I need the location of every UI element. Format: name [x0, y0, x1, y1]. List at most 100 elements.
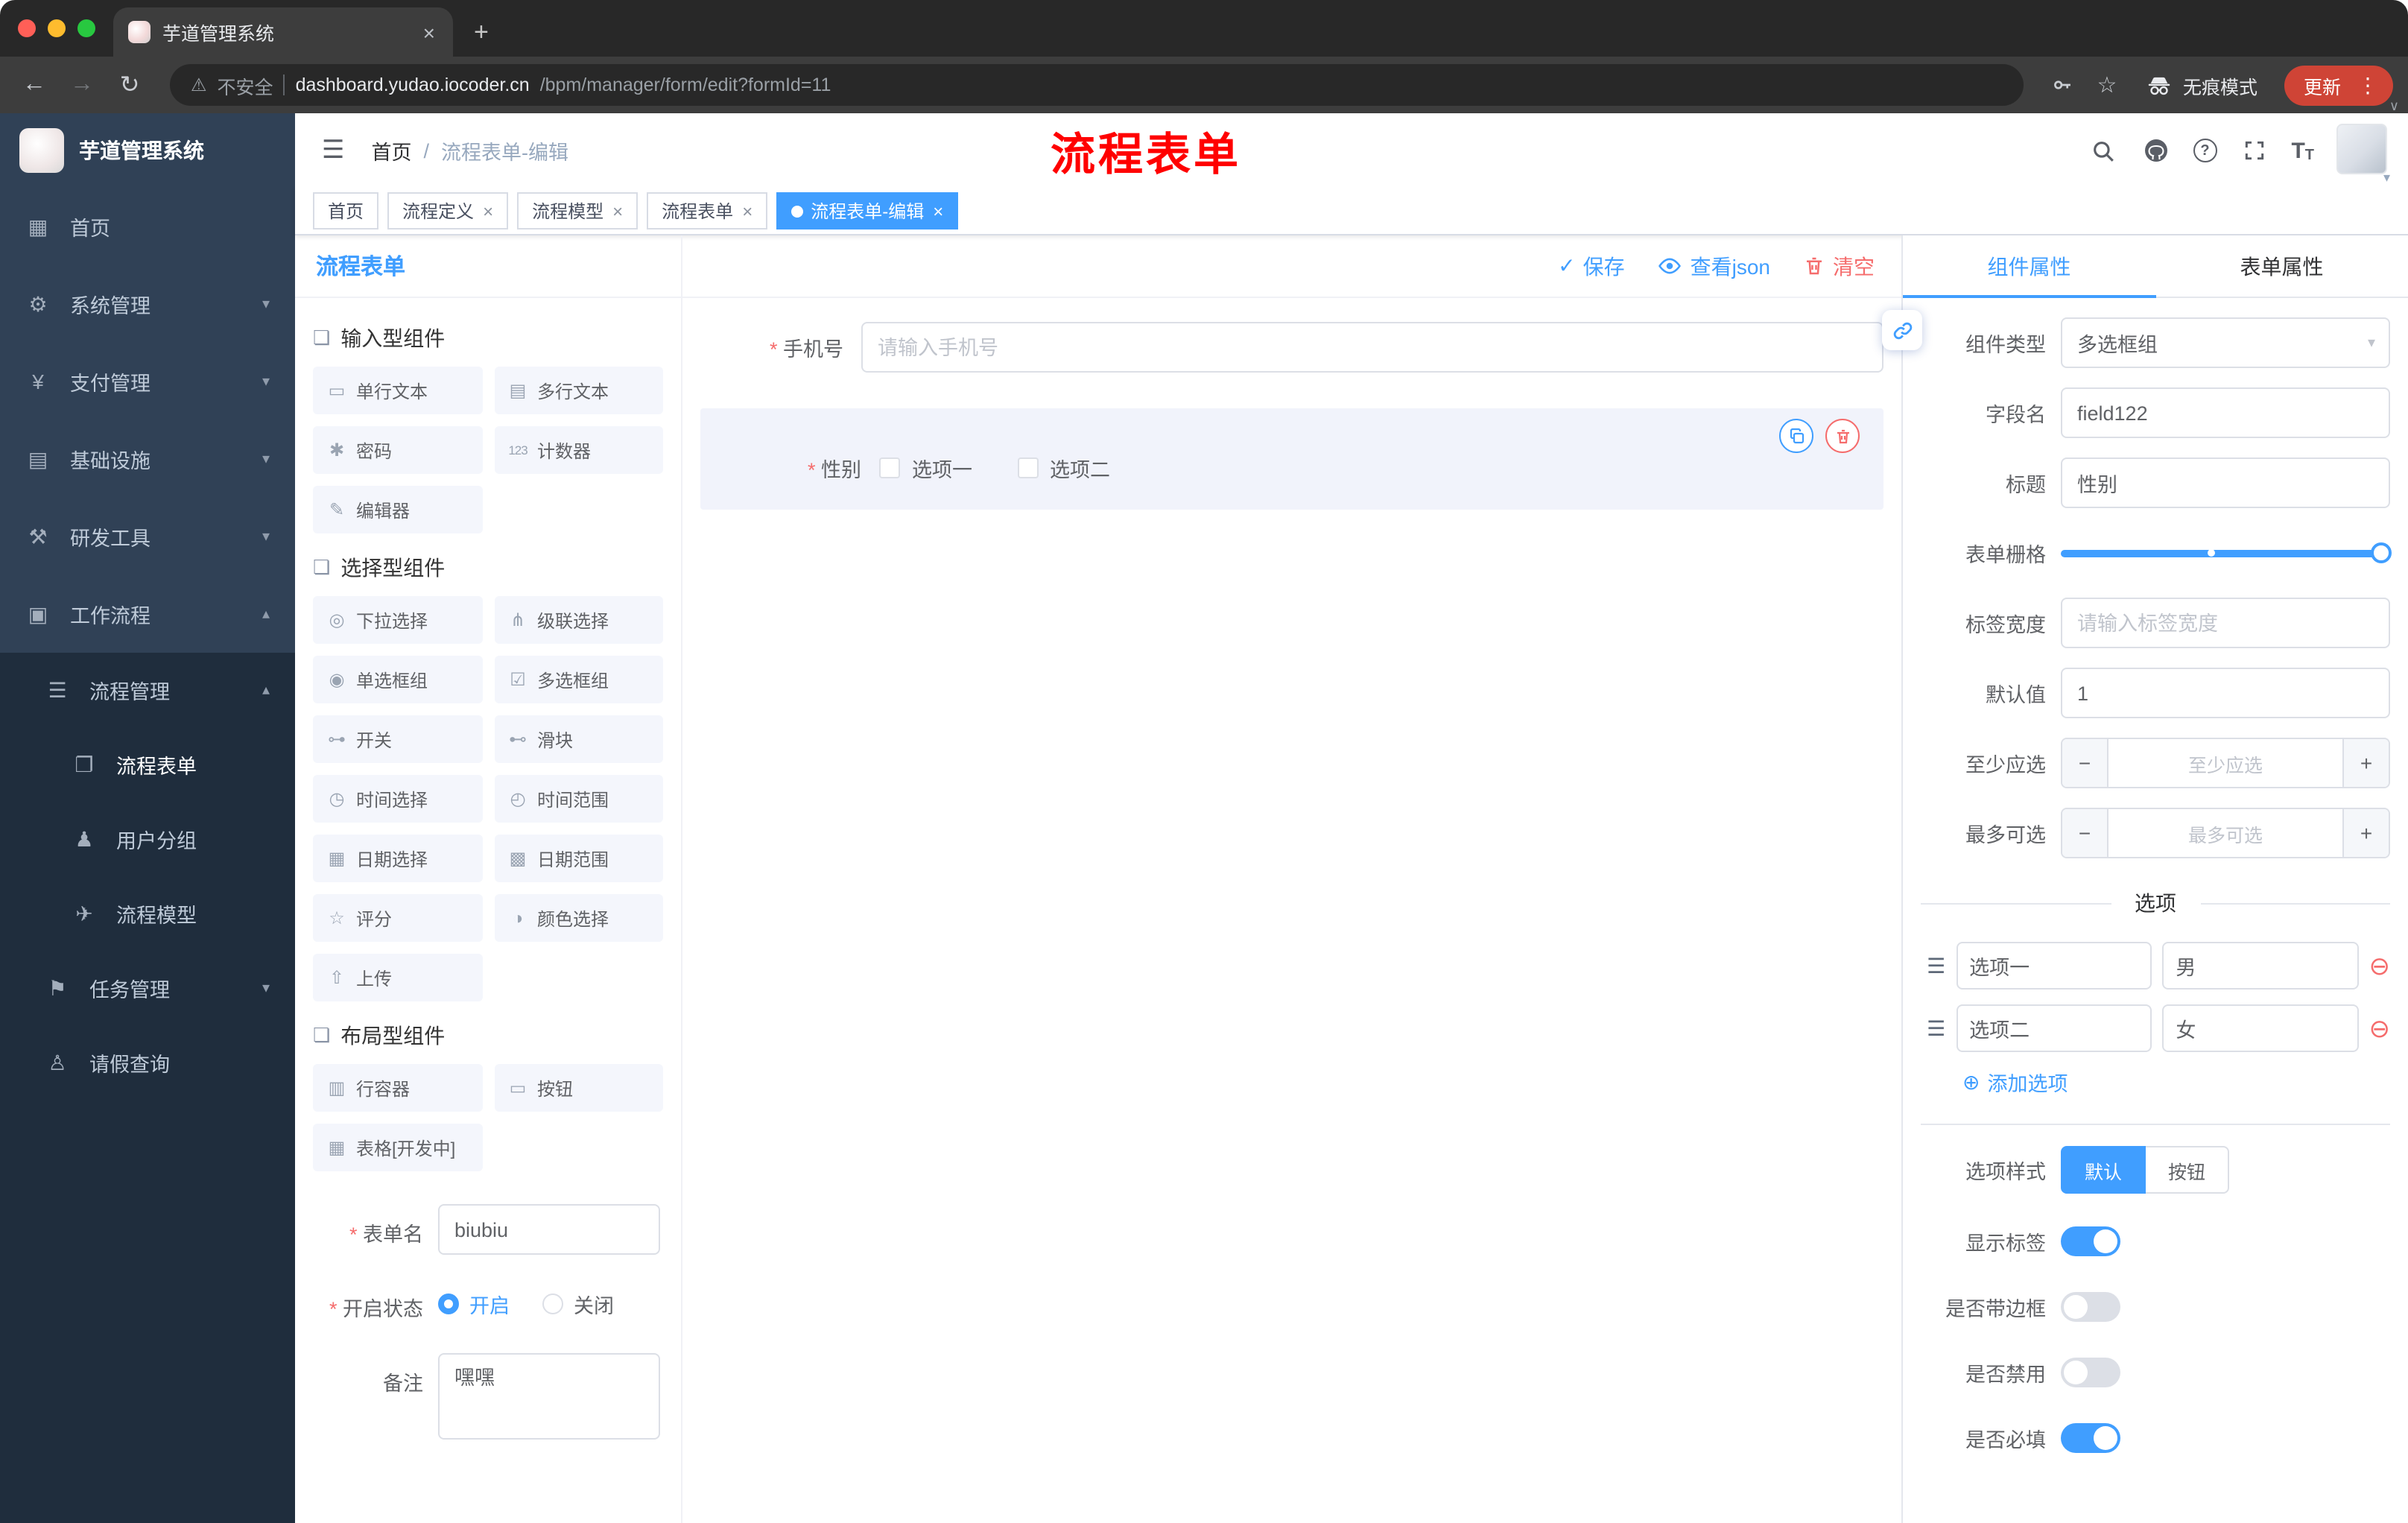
close-icon[interactable]: × — [483, 200, 493, 221]
delete-field-button[interactable] — [1825, 419, 1860, 453]
palette-item-button[interactable]: ▭ 按钮 — [494, 1064, 663, 1112]
back-button[interactable]: ← — [15, 66, 54, 104]
style-default-button[interactable]: 默认 — [2061, 1146, 2146, 1194]
palette-item-single-line-text[interactable]: ▭ 单行文本 — [313, 367, 482, 414]
palette-item-date-range[interactable]: ▩ 日期范围 — [494, 835, 663, 882]
form-canvas[interactable]: 手机号 性别 选项一 — [682, 298, 1901, 1523]
doc-link-button[interactable] — [1882, 310, 1922, 350]
increase-button[interactable]: + — [2342, 739, 2389, 787]
increase-button[interactable]: + — [2342, 809, 2389, 857]
checkbox-box[interactable] — [1017, 457, 1038, 478]
sidebar-item-home[interactable]: ▦ 首页 — [0, 188, 295, 265]
tag-home[interactable]: 首页 — [313, 192, 379, 229]
drag-handle-icon[interactable]: ☰ — [1927, 1016, 1945, 1041]
border-switch[interactable] — [2061, 1292, 2120, 1322]
palette-item-switch[interactable]: ⊶ 开关 — [313, 715, 482, 763]
fullscreen-icon[interactable] — [2239, 136, 2269, 165]
canvas-field-phone[interactable]: 手机号 — [700, 322, 1883, 373]
form-grid-slider[interactable] — [2061, 528, 2392, 578]
sidebar-item-process-form[interactable]: ❐ 流程表单 — [0, 727, 295, 802]
palette-item-checkbox-group[interactable]: ☑ 多选框组 — [494, 656, 663, 703]
option-value-input[interactable] — [2162, 1004, 2359, 1052]
option-label-input[interactable] — [1956, 1004, 2152, 1052]
radio-status-on[interactable]: 开启 — [438, 1289, 510, 1319]
tag-process-model[interactable]: 流程模型 × — [517, 192, 639, 229]
slider-track[interactable] — [2061, 542, 2392, 563]
browser-tab[interactable]: 芋道管理系统 × — [113, 7, 453, 57]
decrease-button[interactable]: − — [2062, 739, 2108, 787]
sidebar-item-task-management[interactable]: ⚑ 任务管理 ▾ — [0, 951, 295, 1025]
update-button[interactable]: 更新 ⋮ — [2284, 65, 2393, 105]
remark-textarea[interactable]: 嘿嘿 — [438, 1353, 660, 1440]
option-value-input[interactable] — [2162, 942, 2359, 990]
close-icon[interactable]: × — [612, 200, 623, 221]
remove-option-icon[interactable]: ⊖ — [2369, 953, 2391, 978]
password-key-icon[interactable] — [2044, 73, 2080, 97]
close-icon[interactable]: × — [742, 200, 752, 221]
address-bar[interactable]: ⚠ 不安全 dashboard.yudao.iocoder.cn /bpm/ma… — [170, 64, 2024, 106]
radio-status-off[interactable]: 关闭 — [542, 1289, 614, 1319]
sidebar-item-system-management[interactable]: ⚙ 系统管理 ▾ — [0, 265, 295, 343]
default-value-input[interactable] — [2061, 668, 2390, 718]
palette-item-editor[interactable]: ✎ 编辑器 — [313, 486, 482, 533]
sidebar-item-devtools[interactable]: ⚒ 研发工具 ▾ — [0, 498, 295, 575]
close-icon[interactable]: × — [933, 200, 943, 221]
browser-menu-icon[interactable]: ⋮ — [2351, 72, 2384, 98]
required-switch[interactable] — [2061, 1423, 2120, 1453]
component-type-select[interactable]: 多选框组 ▾ — [2061, 317, 2390, 368]
palette-item-multi-line-text[interactable]: ▤ 多行文本 — [494, 367, 663, 414]
hamburger-icon[interactable]: ☰ — [316, 136, 351, 165]
minimize-window-button[interactable] — [48, 19, 66, 37]
bookmark-star-icon[interactable]: ☆ — [2089, 72, 2125, 98]
save-button[interactable]: ✓ 保存 — [1558, 251, 1624, 281]
sidebar-item-process-management[interactable]: ☰ 流程管理 ▴ — [0, 653, 295, 727]
breadcrumb-home[interactable]: 首页 — [372, 136, 412, 165]
palette-item-cascade-select[interactable]: ⋔ 级联选择 — [494, 596, 663, 644]
reload-button[interactable]: ↻ — [110, 66, 149, 104]
sidebar-item-user-group[interactable]: ♟ 用户分组 — [0, 802, 295, 876]
sidebar-item-infrastructure[interactable]: ▤ 基础设施 ▾ — [0, 420, 295, 498]
close-tab-icon[interactable]: × — [420, 20, 438, 44]
search-icon[interactable] — [2088, 136, 2118, 165]
palette-item-dropdown-select[interactable]: ◎ 下拉选择 — [313, 596, 482, 644]
palette-item-password[interactable]: ✱ 密码 — [313, 426, 482, 474]
sidebar-item-process-model[interactable]: ✈ 流程模型 — [0, 876, 295, 951]
palette-item-row-container[interactable]: ▥ 行容器 — [313, 1064, 482, 1112]
chevron-down-icon[interactable]: ∨ — [2389, 98, 2399, 115]
palette-item-time-range[interactable]: ◴ 时间范围 — [494, 775, 663, 823]
palette-item-table[interactable]: ▦ 表格[开发中] — [313, 1124, 482, 1171]
tag-process-definition[interactable]: 流程定义 × — [387, 192, 509, 229]
palette-item-date-picker[interactable]: ▦ 日期选择 — [313, 835, 482, 882]
disabled-switch[interactable] — [2061, 1358, 2120, 1387]
show-label-switch[interactable] — [2061, 1226, 2120, 1256]
slider-handle[interactable] — [2371, 542, 2392, 563]
palette-item-time-picker[interactable]: ◷ 时间选择 — [313, 775, 482, 823]
form-name-input[interactable] — [438, 1204, 660, 1255]
label-width-input[interactable] — [2061, 598, 2390, 648]
copy-field-button[interactable] — [1779, 419, 1813, 453]
new-tab-button[interactable]: + — [474, 19, 489, 45]
option-label-input[interactable] — [1956, 942, 2152, 990]
palette-item-rating[interactable]: ☆ 评分 — [313, 894, 482, 942]
palette-item-radio-group[interactable]: ◉ 单选框组 — [313, 656, 482, 703]
sidebar-item-leave-query[interactable]: ♙ 请假查询 — [0, 1025, 295, 1100]
zoom-window-button[interactable] — [77, 19, 95, 37]
close-window-button[interactable] — [18, 19, 36, 37]
add-option-button[interactable]: ⊕ 添加选项 — [1921, 1067, 2390, 1097]
checkbox-box[interactable] — [879, 457, 900, 478]
checkbox-option-2[interactable]: 选项二 — [1017, 453, 1110, 483]
user-avatar[interactable]: ▾ — [2336, 124, 2390, 185]
tab-form-props[interactable]: 表单属性 — [2155, 235, 2408, 297]
max-select-value[interactable]: 最多可选 — [2108, 809, 2342, 857]
font-size-icon[interactable]: TT — [2291, 138, 2314, 163]
tag-process-form-edit[interactable]: 流程表单-编辑 × — [776, 192, 959, 229]
remove-option-icon[interactable]: ⊖ — [2369, 1016, 2391, 1041]
palette-item-upload[interactable]: ⇧ 上传 — [313, 954, 482, 1001]
checkbox-option-1[interactable]: 选项一 — [879, 453, 972, 483]
tag-process-form[interactable]: 流程表单 × — [647, 192, 768, 229]
palette-item-color-picker[interactable]: ◑ 颜色选择 — [494, 894, 663, 942]
github-icon[interactable] — [2141, 136, 2170, 165]
palette-item-slider[interactable]: ⊷ 滑块 — [494, 715, 663, 763]
field-name-input[interactable] — [2061, 387, 2390, 438]
forward-button[interactable]: → — [63, 66, 101, 104]
